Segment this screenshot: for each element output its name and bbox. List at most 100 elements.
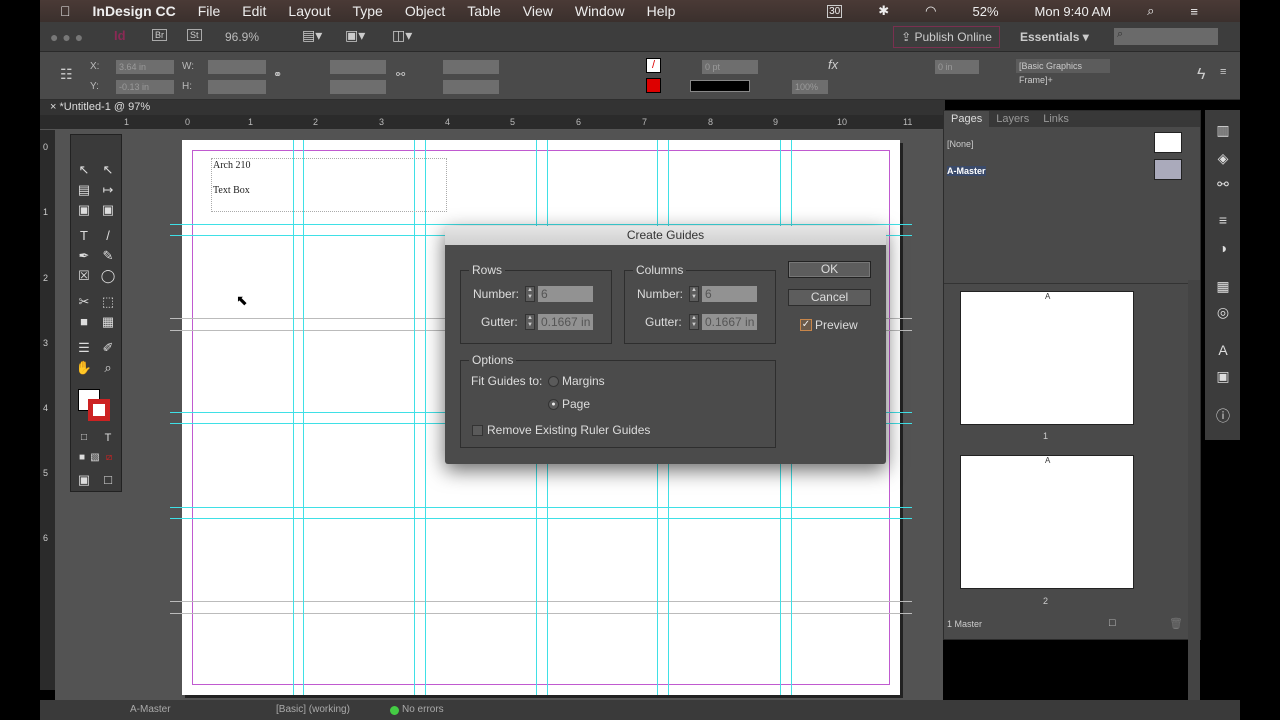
page-1-thumbnail[interactable]: A — [960, 291, 1134, 425]
stock-button[interactable]: St — [187, 29, 202, 41]
bluetooth-icon[interactable]: ✱ — [878, 3, 889, 19]
wifi-icon[interactable]: ◠ — [925, 3, 936, 19]
info-panel-icon[interactable]: ⓘ — [1213, 406, 1233, 426]
scale-x-field[interactable] — [330, 60, 386, 74]
search-input[interactable]: ⌕ — [1114, 28, 1218, 45]
rectangle-frame-tool-icon[interactable]: ☒ — [74, 267, 94, 285]
preview-mode-icon[interactable]: □ — [98, 471, 118, 489]
line-tool-icon[interactable]: / — [98, 227, 118, 245]
cc-libraries-icon[interactable]: ◎ — [1213, 304, 1233, 324]
links-panel-icon[interactable]: ⚯ — [1213, 176, 1233, 196]
margins-radio[interactable] — [548, 376, 559, 387]
screen-mode-icon[interactable]: ▣▾ — [345, 27, 365, 44]
fill-swatch[interactable]: / — [646, 58, 661, 73]
zoom-level-dropdown[interactable]: 96.9% — [225, 30, 259, 44]
normal-mode-icon[interactable]: ▣ — [74, 471, 94, 489]
tab-layers[interactable]: Layers — [989, 111, 1036, 127]
publish-online-button[interactable]: ⇪ Publish Online — [893, 26, 1000, 48]
scale-y-field[interactable] — [330, 80, 386, 94]
selection-tool-icon[interactable]: ↖ — [74, 161, 94, 179]
remove-guides-label[interactable]: Remove Existing Ruler Guides — [487, 423, 650, 437]
new-page-icon[interactable]: □ — [1109, 617, 1116, 629]
menu-object[interactable]: Object — [405, 3, 445, 19]
preflight-errors[interactable]: No errors — [402, 700, 444, 720]
document-tab[interactable]: × *Untitled-1 @ 97% — [40, 100, 945, 115]
reference-point-icon[interactable]: ☷ — [60, 66, 73, 83]
scissors-tool-icon[interactable]: ✂ — [74, 293, 94, 311]
text-wrap-icon[interactable]: ▣ — [1213, 368, 1233, 388]
y-field[interactable]: -0.13 in — [116, 80, 174, 94]
arrange-documents-icon[interactable]: ◫▾ — [392, 27, 412, 44]
horizontal-ruler[interactable]: 1 0 2 3 4 5 6 7 8 9 10 11 1 — [40, 115, 943, 130]
stroke-panel-icon[interactable]: ≡ — [1213, 212, 1233, 232]
gradient-swatch-tool-icon[interactable]: ■ — [74, 313, 94, 331]
ellipse-tool-icon[interactable]: ◯ — [98, 267, 118, 285]
note-tool-icon[interactable]: ☰ — [74, 339, 94, 357]
menu-file[interactable]: File — [198, 3, 221, 19]
menu-table[interactable]: Table — [467, 3, 500, 19]
pages-panel-icon[interactable]: ▥ — [1213, 122, 1233, 142]
ok-button[interactable]: OK — [788, 261, 871, 278]
gap-tool-icon[interactable]: ↦ — [98, 181, 118, 199]
panel-menu-icon[interactable]: ≡ — [1220, 66, 1226, 78]
page-radio[interactable]: ● — [548, 399, 559, 410]
content-collector-icon[interactable]: ▣ — [74, 201, 94, 219]
w-field[interactable] — [208, 60, 266, 74]
rotate-field[interactable] — [443, 60, 499, 74]
menu-edit[interactable]: Edit — [242, 3, 266, 19]
cancel-button[interactable]: Cancel — [788, 289, 871, 306]
rows-number-stepper[interactable]: ▲ ▼ — [525, 286, 535, 302]
columns-number-stepper[interactable]: ▲ ▼ — [689, 286, 699, 302]
apple-icon[interactable]:  — [60, 3, 71, 19]
margins-label[interactable]: Margins — [562, 374, 605, 388]
shear-field[interactable] — [443, 80, 499, 94]
rows-gutter-stepper[interactable]: ▲ ▼ — [525, 314, 535, 330]
quick-apply-icon[interactable]: ϟ — [1197, 66, 1205, 84]
search-icon[interactable]: ⌕ — [1147, 3, 1154, 19]
type-tool-icon[interactable]: T — [74, 227, 94, 245]
columns-gutter-stepper[interactable]: ▲ ▼ — [689, 314, 699, 330]
page-tool-icon[interactable]: ▤ — [74, 181, 94, 199]
app-menu[interactable]: InDesign CC — [93, 3, 176, 19]
columns-number-input[interactable]: 6 — [702, 286, 757, 302]
stroke-type-dropdown[interactable] — [690, 80, 750, 92]
object-style-dropdown[interactable]: [Basic Graphics Frame]+ — [1016, 59, 1110, 85]
text-frame[interactable]: Arch 210 Text Box — [211, 158, 447, 212]
free-transform-tool-icon[interactable]: ⬚ — [98, 293, 118, 311]
apply-none-icon[interactable]: ⧄ — [99, 449, 119, 467]
view-options-icon[interactable]: ▤▾ — [302, 27, 322, 44]
preview-checkbox[interactable]: ✓ — [800, 319, 812, 331]
link-icon[interactable]: ⚯ — [396, 68, 405, 81]
content-placer-icon[interactable]: ▣ — [98, 201, 118, 219]
pages-scrollbar[interactable] — [1188, 280, 1200, 700]
stroke-weight-field[interactable]: 0 pt — [702, 60, 758, 74]
opacity-field[interactable]: 100% — [792, 80, 828, 94]
table-panel-icon[interactable]: ▦ — [1213, 278, 1233, 298]
effects-icon[interactable]: fx — [828, 57, 838, 72]
page-2-thumbnail[interactable]: A — [960, 455, 1134, 589]
trash-icon[interactable]: 🗑 — [1169, 617, 1183, 630]
gradient-feather-tool-icon[interactable]: ▦ — [98, 313, 118, 331]
constrain-icon[interactable]: ⚭ — [273, 68, 282, 81]
page-label[interactable]: Page — [562, 397, 590, 411]
swatches-panel-icon[interactable]: ◑ — [1213, 240, 1233, 260]
formatting-text-icon[interactable]: T — [98, 429, 118, 447]
none-master-thumbnail[interactable] — [1154, 132, 1182, 153]
list-icon[interactable]: ≡ — [1190, 4, 1198, 19]
layers-panel-icon[interactable]: ◈ — [1213, 150, 1233, 170]
columns-gutter-input[interactable]: 0.1667 in — [702, 314, 757, 330]
battery-text[interactable]: 52% — [972, 4, 998, 19]
menu-help[interactable]: Help — [647, 3, 676, 19]
direct-selection-tool-icon[interactable]: ↖ — [98, 161, 118, 179]
hand-tool-icon[interactable]: ✋ — [74, 359, 94, 377]
menu-view[interactable]: View — [523, 3, 553, 19]
none-master[interactable]: [None] — [947, 139, 974, 149]
a-master[interactable]: A-Master — [947, 166, 986, 176]
window-controls[interactable]: ● ● ● — [50, 29, 83, 45]
bridge-button[interactable]: Br — [152, 29, 167, 41]
pencil-tool-icon[interactable]: ✎ — [98, 247, 118, 265]
menu-window[interactable]: Window — [575, 3, 625, 19]
vertical-ruler[interactable]: 0 1 2 3 4 5 6 — [40, 130, 55, 690]
clock[interactable]: Mon 9:40 AM — [1035, 4, 1112, 19]
preview-label[interactable]: Preview — [815, 318, 858, 332]
